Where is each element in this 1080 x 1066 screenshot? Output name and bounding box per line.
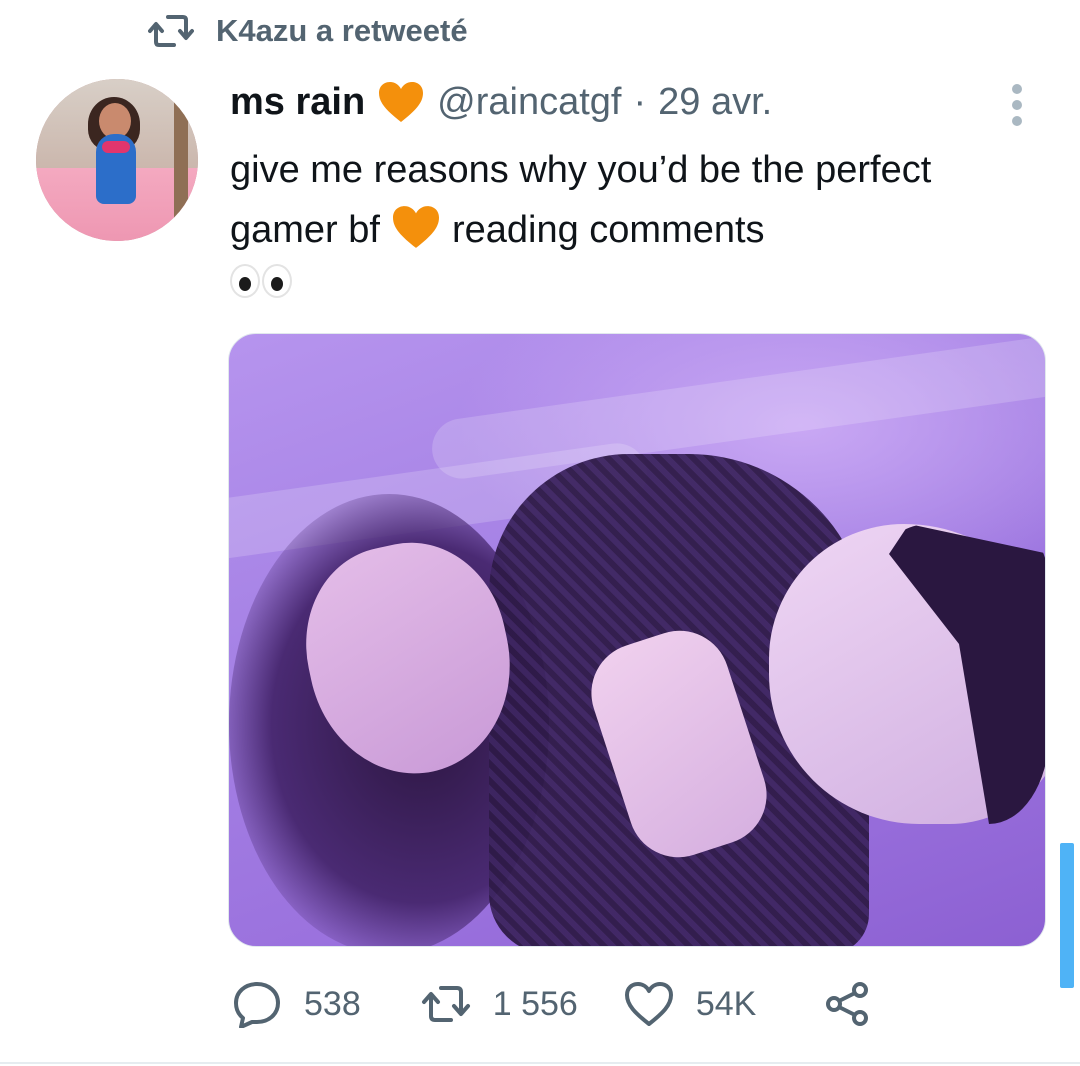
reply-count: 538 [304,984,361,1023]
tweet-date[interactable]: 29 avr. [658,81,772,124]
tweet-header: ms rain @raincatgf · 29 avr. [230,80,772,124]
more-options-icon[interactable] [1012,84,1022,126]
scrollbar-thumb[interactable] [1060,843,1074,988]
retweet-icon [148,15,194,47]
orange-heart-icon [392,206,439,248]
share-button[interactable] [822,980,872,1028]
divider [0,1062,1080,1064]
tweet-text: give me reasons why you’d be the perfect… [230,140,1040,298]
avatar[interactable] [36,79,198,241]
display-name[interactable]: ms rain [230,81,365,124]
retweet-banner[interactable]: K4azu a retweeté [148,12,468,50]
like-button[interactable]: 54K [624,980,757,1028]
retweet-icon [421,986,470,1022]
reply-icon [234,982,280,1028]
reply-button[interactable]: 538 [232,980,361,1028]
tweet-actions: 538 1 556 54K [232,980,872,1028]
user-handle[interactable]: @raincatgf [437,81,621,124]
tweet-text-part2: reading comments [451,209,765,251]
retweet-button[interactable]: 1 556 [421,980,578,1028]
tweet-media-image[interactable] [228,333,1046,947]
like-count: 54K [695,984,757,1023]
date-separator: · [633,80,647,123]
retweet-banner-text[interactable]: K4azu a retweeté [216,13,468,49]
orange-heart-icon [379,82,424,122]
retweet-count: 1 556 [492,984,578,1023]
eyes-emoji-icon [230,264,1040,298]
like-icon [624,982,673,1026]
share-icon [826,982,869,1026]
